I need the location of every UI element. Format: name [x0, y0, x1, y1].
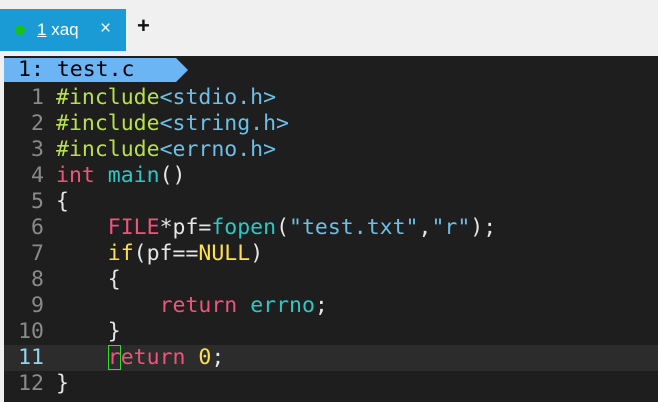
- code-token: eturn: [120, 345, 186, 370]
- code-token: return: [159, 293, 238, 318]
- line-number: 1: [31, 85, 44, 110]
- code-token: 0: [198, 345, 212, 370]
- line-code[interactable]: }: [56, 319, 121, 345]
- close-icon[interactable]: ×: [100, 18, 111, 40]
- tab-title: 1 xaq: [37, 20, 79, 40]
- code-token: if: [107, 241, 134, 266]
- code-token: {: [56, 189, 69, 214]
- line-code[interactable]: #include<string.h>: [56, 111, 289, 137]
- line-number: 12: [18, 371, 44, 396]
- tab-name: xaq: [51, 20, 79, 39]
- code-token: (: [276, 215, 290, 240]
- code-token: }: [56, 371, 69, 396]
- code-token: (pf==: [133, 241, 199, 266]
- buffer-label: 1: test.c: [4, 58, 176, 82]
- code-line[interactable]: 10 }: [4, 319, 658, 345]
- line-number: 9: [31, 293, 44, 318]
- line-number: 11: [18, 345, 44, 370]
- code-token: (): [159, 163, 186, 188]
- line-code[interactable]: }: [56, 371, 69, 397]
- line-code[interactable]: FILE*pf=fopen("test.txt","r");: [56, 215, 496, 241]
- code-token: );: [470, 215, 497, 240]
- code-token: #include: [56, 111, 160, 136]
- code-line[interactable]: 7 if(pf==NULL): [4, 241, 658, 267]
- code-token: "r": [431, 215, 471, 240]
- line-number: 7: [31, 241, 44, 266]
- code-token: #include: [56, 137, 160, 162]
- code-line[interactable]: 1 #include<stdio.h>: [4, 85, 658, 111]
- line-number: 8: [31, 267, 44, 292]
- line-number: 2: [31, 111, 44, 136]
- code-token: <string.h>: [159, 111, 290, 136]
- status-dot-icon: [15, 25, 25, 35]
- code-token: {: [56, 267, 121, 292]
- tab-bar: 1 xaq × +: [0, 0, 658, 51]
- code-editor[interactable]: 1: test.c 1 #include<stdio.h> 2 #include<st…: [4, 56, 658, 402]
- code-token: fopen: [211, 215, 277, 240]
- tab-number: 1: [37, 20, 47, 39]
- code-line[interactable]: 4 int main(): [4, 163, 658, 189]
- code-line[interactable]: 12}: [4, 371, 658, 397]
- code-line[interactable]: 8 {: [4, 267, 658, 293]
- code-token: NULL: [198, 241, 251, 266]
- new-tab-button[interactable]: +: [137, 15, 150, 37]
- code-line[interactable]: 3 #include<errno.h>: [4, 137, 658, 163]
- line-code[interactable]: int main(): [56, 163, 185, 189]
- code-token: FILE: [107, 215, 160, 240]
- line-number: 5: [31, 189, 44, 214]
- line-code[interactable]: if(pf==NULL): [56, 241, 263, 267]
- line-code[interactable]: {: [56, 267, 121, 293]
- line-number: 4: [31, 163, 44, 188]
- code-line[interactable]: 6 FILE*pf=fopen("test.txt","r");: [4, 215, 658, 241]
- code-token: ;: [211, 345, 225, 370]
- line-code[interactable]: {: [56, 189, 69, 215]
- code-token: <stdio.h>: [159, 85, 277, 110]
- buffer-arrow-icon: [176, 58, 188, 82]
- code-line[interactable]: 11 return 0;: [4, 345, 658, 371]
- code-token: ,: [418, 215, 432, 240]
- line-number: 10: [18, 319, 44, 344]
- line-code[interactable]: return 0;: [56, 345, 224, 371]
- code-token: "test.txt": [289, 215, 419, 240]
- code-token: *pf=: [159, 215, 212, 240]
- line-code[interactable]: #include<stdio.h>: [56, 85, 276, 111]
- code-token: ): [250, 241, 264, 266]
- code-token: int: [56, 163, 95, 188]
- line-number: 6: [31, 215, 44, 240]
- code-token: #include: [56, 85, 160, 110]
- code-line[interactable]: 2 #include<string.h>: [4, 111, 658, 137]
- code-token: <errno.h>: [159, 137, 277, 162]
- line-code[interactable]: return errno;: [56, 293, 328, 319]
- code-token: errno: [250, 293, 315, 318]
- code-token: main: [107, 163, 160, 188]
- code-line[interactable]: 9 return errno;: [4, 293, 658, 319]
- code-token: }: [56, 319, 121, 344]
- line-code[interactable]: #include<errno.h>: [56, 137, 276, 163]
- code-token: ;: [314, 293, 328, 318]
- line-number: 3: [31, 137, 44, 162]
- tab-session-1[interactable]: 1 xaq ×: [0, 9, 126, 51]
- code-line[interactable]: 5{: [4, 189, 658, 215]
- text-cursor: r: [107, 345, 121, 370]
